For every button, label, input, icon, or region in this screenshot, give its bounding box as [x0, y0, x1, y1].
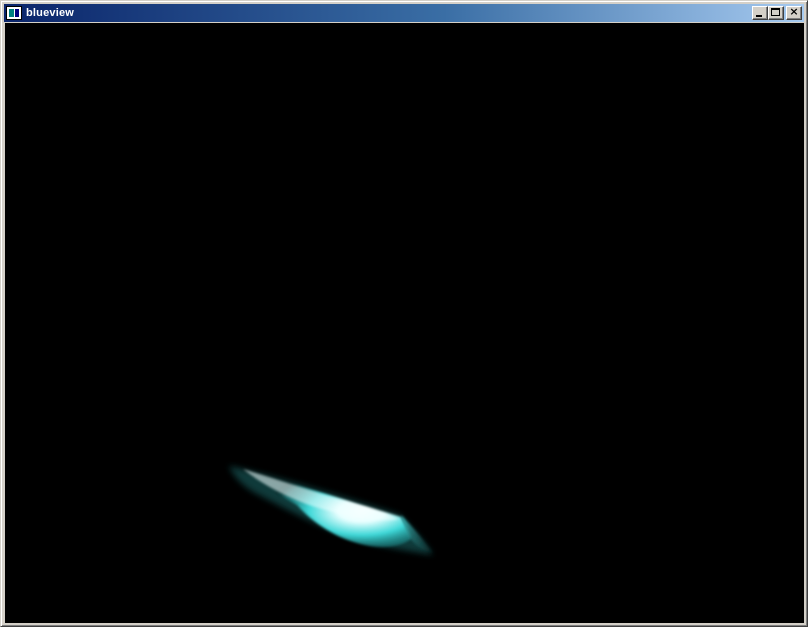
title-bar[interactable]: blueview ×: [4, 4, 804, 22]
close-icon: ×: [789, 5, 799, 18]
maximize-icon: [771, 8, 780, 16]
minimize-button[interactable]: [752, 6, 768, 20]
window-title: blueview: [26, 7, 75, 19]
maximize-button[interactable]: [768, 6, 784, 20]
app-icon[interactable]: [6, 6, 22, 20]
title-buttons: ×: [752, 5, 802, 20]
application-window: blueview ×: [0, 0, 808, 627]
rendered-object: [229, 466, 433, 555]
viewport-canvas: [229, 466, 433, 555]
close-button[interactable]: ×: [786, 5, 802, 20]
minimize-icon: [756, 15, 762, 17]
render-viewport[interactable]: [5, 23, 804, 623]
